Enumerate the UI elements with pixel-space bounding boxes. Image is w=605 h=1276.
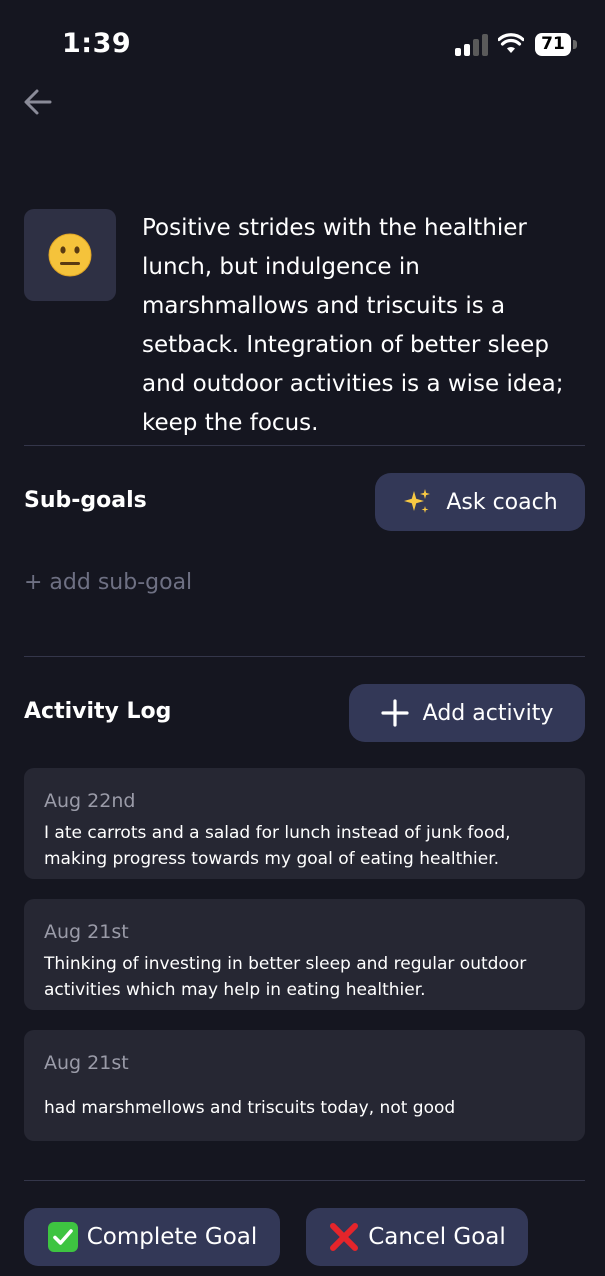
- cancel-goal-label: Cancel Goal: [368, 1224, 506, 1250]
- activity-entry[interactable]: Aug 21st had marshmellows and triscuits …: [24, 1030, 585, 1141]
- add-activity-label: Add activity: [422, 700, 554, 726]
- activity-date: Aug 22nd: [44, 790, 136, 812]
- activity-entry[interactable]: Aug 22nd I ate carrots and a salad for l…: [24, 768, 585, 879]
- divider: [24, 1180, 585, 1181]
- battery-cap: [573, 40, 577, 49]
- add-subgoal-link[interactable]: + add sub-goal: [24, 570, 192, 595]
- cellular-signal-icon: [455, 34, 489, 56]
- activity-text: had marshmellows and triscuits today, no…: [44, 1098, 456, 1118]
- sparkles-icon: [402, 487, 432, 517]
- battery-indicator: 71: [535, 33, 571, 56]
- check-mark-icon: [47, 1221, 79, 1253]
- wifi-icon: [498, 33, 524, 53]
- back-arrow-icon[interactable]: [22, 86, 54, 118]
- status-time: 1:39: [62, 28, 132, 59]
- neutral-face-icon: [48, 233, 92, 277]
- activity-text: I ate carrots and a salad for lunch inst…: [44, 823, 511, 869]
- activity-log-title: Activity Log: [24, 699, 172, 724]
- status-bar: 1:39 71: [0, 0, 605, 90]
- coach-summary-text: Positive strides with the healthier lunc…: [142, 215, 564, 436]
- plus-icon: [381, 699, 409, 727]
- mood-emoji-box: [24, 209, 116, 301]
- ask-coach-label: Ask coach: [446, 489, 558, 515]
- complete-goal-button[interactable]: Complete Goal: [24, 1208, 280, 1266]
- activity-text: Thinking of investing in better sleep an…: [44, 954, 527, 1000]
- complete-goal-label: Complete Goal: [86, 1224, 258, 1250]
- activity-entry[interactable]: Aug 21st Thinking of investing in better…: [24, 899, 585, 1010]
- activity-date: Aug 21st: [44, 1052, 129, 1074]
- cross-mark-icon: [328, 1221, 360, 1253]
- ask-coach-button[interactable]: Ask coach: [375, 473, 585, 531]
- divider: [24, 445, 585, 446]
- subgoals-title: Sub-goals: [24, 488, 147, 513]
- activity-date: Aug 21st: [44, 921, 129, 943]
- cancel-goal-button[interactable]: Cancel Goal: [306, 1208, 528, 1266]
- divider: [24, 656, 585, 657]
- add-activity-button[interactable]: Add activity: [349, 684, 585, 742]
